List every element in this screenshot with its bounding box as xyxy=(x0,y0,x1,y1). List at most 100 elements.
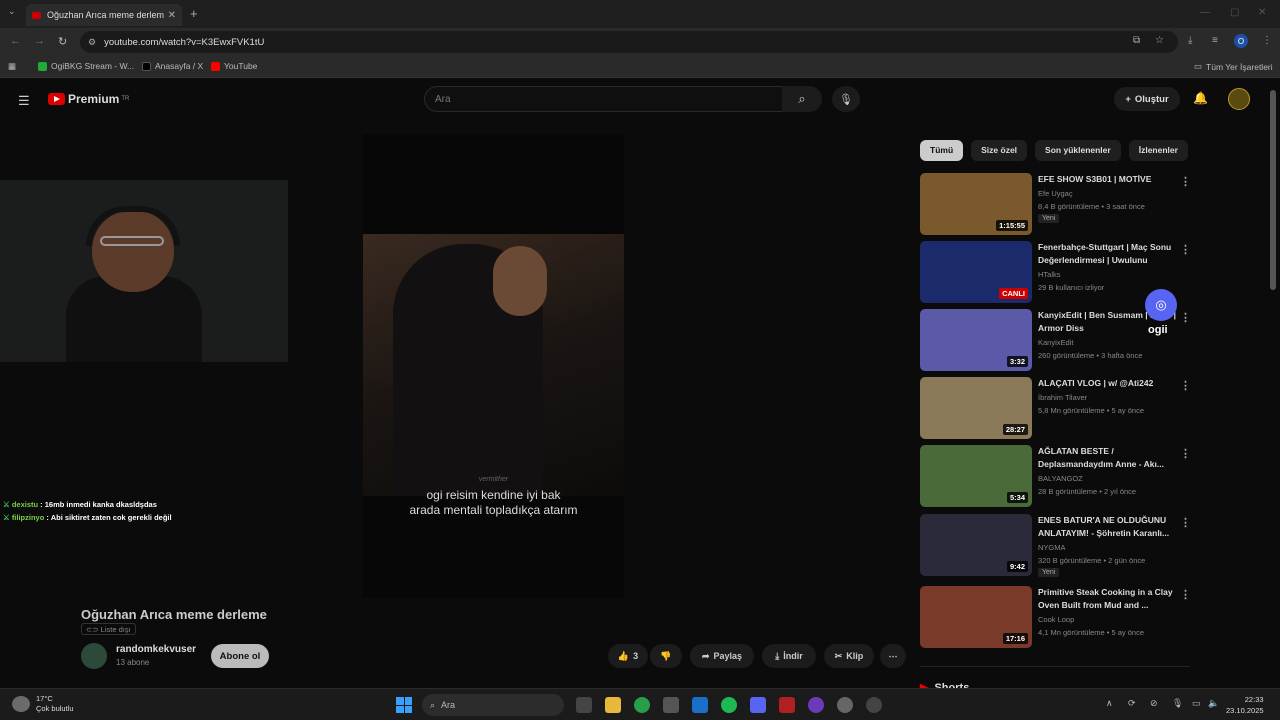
chip-for-you[interactable]: Size özel xyxy=(971,140,1028,161)
account-avatar[interactable] xyxy=(1228,88,1250,110)
bookmark-star-icon[interactable]: ☆ xyxy=(1155,35,1164,46)
video-thumbnail[interactable]: 28:27 xyxy=(920,377,1032,439)
more-options-icon[interactable]: ⋮ xyxy=(1180,175,1191,188)
cast-icon[interactable]: ⧉ xyxy=(1133,35,1140,46)
voice-search-button[interactable]: 🎙 xyxy=(832,86,860,112)
search-button[interactable]: ⌕ xyxy=(782,86,822,112)
more-options-icon[interactable]: ⋮ xyxy=(1180,588,1191,601)
recommendation-card[interactable]: 5:34 AĞLATAN BESTE / Deplasmandaydım Anne… xyxy=(920,445,1191,509)
recommendation-card[interactable]: 1:15:55 EFE SHOW S3B01 | MOTİVE Efe Uygaç 8… xyxy=(920,173,1191,237)
channel-name[interactable]: randomkekvuser xyxy=(116,644,196,655)
tray-chevron-icon[interactable]: ∧ xyxy=(1106,698,1113,709)
mic-tray-icon[interactable]: 🎙 xyxy=(1172,698,1183,709)
video-thumbnail[interactable]: 9:42 xyxy=(920,514,1032,576)
video-thumbnail[interactable]: 3:32 xyxy=(920,309,1032,371)
volume-icon[interactable]: 🔈 xyxy=(1208,698,1219,709)
app-icon[interactable] xyxy=(779,697,795,713)
subscribe-button[interactable]: Abone ol xyxy=(211,644,269,668)
minimize-icon[interactable]: — xyxy=(1200,7,1210,18)
download-button[interactable]: ⤓ İndir xyxy=(762,644,816,668)
dislike-button[interactable]: 👎 xyxy=(650,644,682,668)
more-options-icon[interactable]: ⋮ xyxy=(1180,447,1191,460)
outlook-icon[interactable] xyxy=(692,697,708,713)
youtube-logo[interactable]: Premium TR xyxy=(48,92,129,106)
site-info-icon[interactable]: ⚙ xyxy=(88,37,96,48)
download-icon[interactable]: ⤓ xyxy=(1188,35,1192,46)
bookmark-item[interactable]: YouTube xyxy=(211,61,257,71)
recommendation-card[interactable]: 3:32 KanyixEdit | Ben Susmam | KekV | Arm… xyxy=(920,309,1191,373)
system-clock[interactable]: 22:33 23.10.2025 xyxy=(1226,694,1264,716)
more-options-icon[interactable]: ⋮ xyxy=(1180,379,1191,392)
windows-start-icon[interactable] xyxy=(396,697,412,713)
recommendation-card[interactable]: 17:16 Primitive Steak Cooking in a Clay O… xyxy=(920,586,1191,650)
display-icon[interactable]: ▭ xyxy=(1192,698,1201,709)
recommendation-title[interactable]: ENES BATUR'A NE OLDUĞUNU ANLATAYIM! - Şö… xyxy=(1038,514,1176,540)
new-tab-button[interactable]: + xyxy=(190,6,198,21)
recommendation-title[interactable]: ALAÇATI VLOG | w/ @Ati242 xyxy=(1038,377,1176,390)
app-icon[interactable] xyxy=(837,697,853,713)
recommendation-channel[interactable]: KanyixEdit xyxy=(1038,338,1073,347)
tab-close-button[interactable]: ✕ xyxy=(168,10,176,21)
video-thumbnail[interactable]: 1:15:55 xyxy=(920,173,1032,235)
file-explorer-icon[interactable] xyxy=(605,697,621,713)
bookmark-item[interactable]: OgiBKG Stream - W... xyxy=(38,61,134,71)
recommendation-card[interactable]: 28:27 ALAÇATI VLOG | w/ @Ati242 İbrahim Ti… xyxy=(920,377,1191,441)
notifications-bell-icon[interactable]: 🔔 xyxy=(1193,91,1208,105)
address-bar[interactable]: ⚙ youtube.com/watch?v=K3EwxFVK1tU xyxy=(80,31,1178,53)
recommendation-title[interactable]: Fenerbahçe-Stuttgart | Maç Sonu Değerlen… xyxy=(1038,241,1176,267)
search-input[interactable]: Ara xyxy=(424,86,782,112)
bookmark-item[interactable]: Anasayfa / X xyxy=(142,61,203,71)
recommendation-title[interactable]: AĞLATAN BESTE / Deplasmandaydım Anne - A… xyxy=(1038,445,1176,471)
more-actions-button[interactable]: ⋯ xyxy=(880,644,906,668)
recommendation-channel[interactable]: BALYANGOZ xyxy=(1038,474,1083,483)
browser-tab[interactable]: Oğuzhan Arıca meme derleme ✕ xyxy=(26,4,182,26)
tab-list-chevron-icon[interactable]: ⌄ xyxy=(8,6,16,17)
chrome-icon[interactable] xyxy=(634,697,650,713)
app-icon[interactable] xyxy=(808,697,824,713)
tray-icon[interactable]: ⊘ xyxy=(1150,698,1158,709)
recommendation-channel[interactable]: Cook Loop xyxy=(1038,615,1074,624)
forward-icon[interactable]: → xyxy=(34,35,45,47)
chip-recent[interactable]: Son yüklenenler xyxy=(1035,140,1121,161)
chip-watched[interactable]: İzlenenler xyxy=(1128,140,1188,161)
all-bookmarks[interactable]: ▭ Tüm Yer İşaretleri xyxy=(1194,61,1273,72)
recommendation-title[interactable]: EFE SHOW S3B01 | MOTİVE xyxy=(1038,173,1176,186)
recommendation-channel[interactable]: NYGMA xyxy=(1038,543,1066,552)
recommendation-channel[interactable]: HTalks xyxy=(1038,270,1061,279)
menu-icon[interactable]: ☰ xyxy=(18,93,30,109)
video-thumbnail[interactable]: 5:34 xyxy=(920,445,1032,507)
share-button[interactable]: ➦ Paylaş xyxy=(690,644,754,668)
video-thumbnail[interactable]: 17:16 xyxy=(920,586,1032,648)
back-icon[interactable]: ← xyxy=(10,35,21,47)
weather-widget[interactable]: 17°C Çok bulutlu xyxy=(12,694,74,714)
close-window-icon[interactable]: ✕ xyxy=(1258,7,1266,18)
sync-icon[interactable]: ⟳ xyxy=(1128,698,1136,709)
recommendation-channel[interactable]: İbrahim Tilaver xyxy=(1038,393,1087,402)
recommendation-card[interactable]: 9:42 ENES BATUR'A NE OLDUĞUNU ANLATAYIM! … xyxy=(920,514,1191,578)
video-player[interactable]: vermither ogi reisim kendine iyi bak ara… xyxy=(363,134,624,598)
browser-menu-icon[interactable]: ⋮ xyxy=(1262,35,1272,46)
chip-all[interactable]: Tümü xyxy=(920,140,964,161)
recommendation-title[interactable]: Primitive Steak Cooking in a Clay Oven B… xyxy=(1038,586,1176,612)
channel-avatar[interactable] xyxy=(81,643,107,669)
page-scrollbar[interactable] xyxy=(1270,90,1276,290)
like-button[interactable]: 👍 3 xyxy=(608,644,648,668)
video-thumbnail[interactable]: CANLI xyxy=(920,241,1032,303)
maximize-icon[interactable]: ▢ xyxy=(1230,7,1239,18)
profile-avatar[interactable]: O xyxy=(1234,34,1248,48)
apps-icon[interactable]: ▦ xyxy=(8,61,16,72)
more-options-icon[interactable]: ⋮ xyxy=(1180,516,1191,529)
more-options-icon[interactable]: ⋮ xyxy=(1180,243,1191,256)
reload-icon[interactable]: ↻ xyxy=(58,35,67,48)
clip-button[interactable]: ✂ Klip xyxy=(824,644,874,668)
taskbar-search[interactable]: ⌕ Ara xyxy=(422,694,564,716)
task-view-icon[interactable] xyxy=(576,697,592,713)
create-button[interactable]: + Oluştur xyxy=(1114,87,1180,111)
spotify-icon[interactable] xyxy=(721,697,737,713)
reading-list-icon[interactable]: ≡ xyxy=(1212,35,1218,46)
store-icon[interactable] xyxy=(663,697,679,713)
discord-taskbar-icon[interactable] xyxy=(750,697,766,713)
more-options-icon[interactable]: ⋮ xyxy=(1180,311,1191,324)
recommendation-channel[interactable]: Efe Uygaç xyxy=(1038,189,1073,198)
media-player-icon[interactable] xyxy=(866,697,882,713)
